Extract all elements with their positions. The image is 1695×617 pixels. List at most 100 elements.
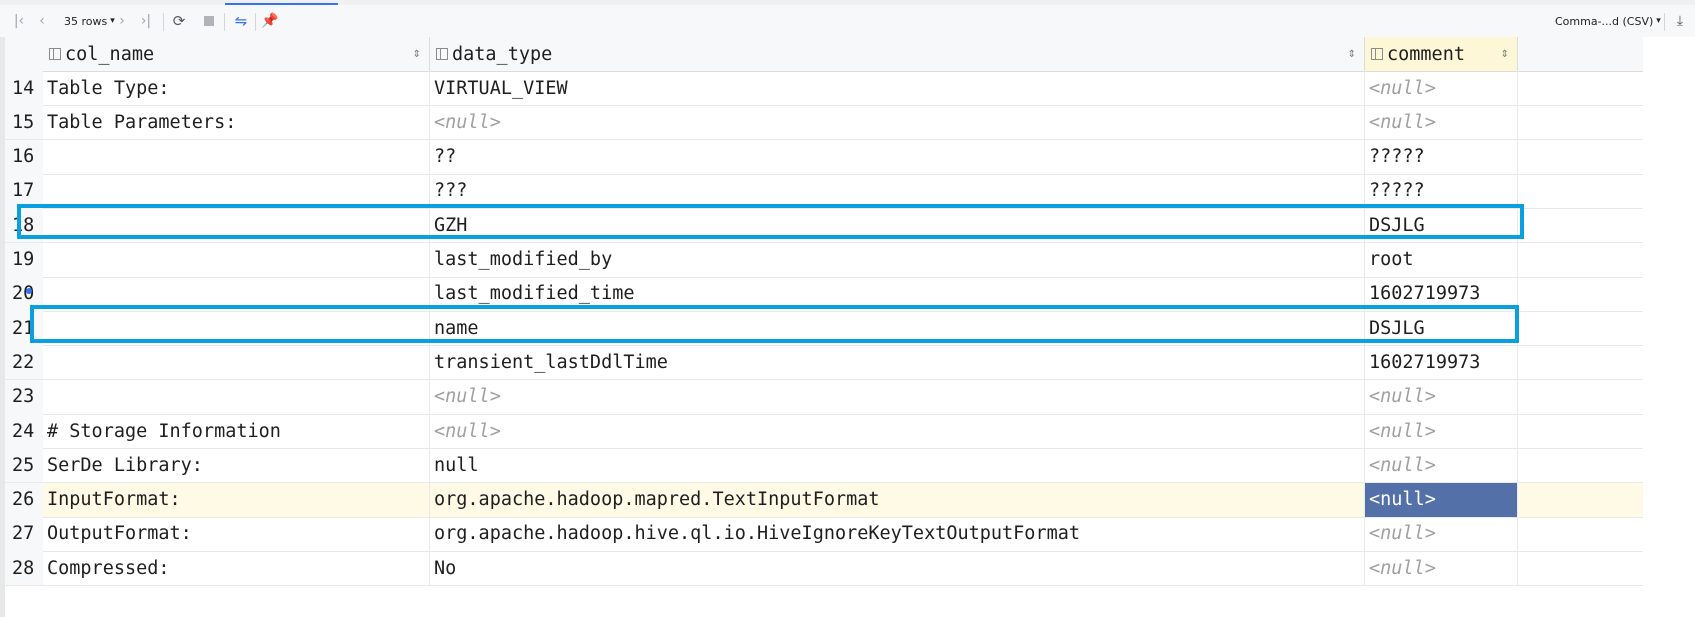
column-header-comment[interactable]: comment ⇕: [1365, 37, 1518, 71]
row-number: 17: [5, 173, 43, 208]
export-format-dropdown[interactable]: Comma-...d (CSV) ▾: [1555, 5, 1661, 37]
download-icon[interactable]: ⤓: [1670, 5, 1690, 37]
column-icon: [436, 48, 448, 60]
table-row[interactable]: 26 InputFormat: org.apache.hadoop.mapred.T…: [5, 482, 1643, 518]
table-row[interactable]: 22 transient_lastDdlTime 1602719973: [5, 345, 1643, 381]
cell-col-name[interactable]: Compressed:: [43, 551, 430, 586]
cell-col-name[interactable]: [43, 173, 430, 208]
toolbar-divider: [163, 13, 164, 31]
table-row[interactable]: 15 Table Parameters: <null> <null>: [5, 105, 1643, 141]
cell-comment[interactable]: DSJLG: [1365, 311, 1518, 346]
cell-col-name[interactable]: [43, 242, 430, 277]
cell-col-name[interactable]: [43, 139, 430, 174]
next-page-icon[interactable]: ›: [114, 5, 130, 37]
row-number: 22: [5, 345, 43, 380]
cell-comment[interactable]: ?????: [1365, 173, 1518, 208]
cell-comment[interactable]: DSJLG: [1365, 208, 1518, 243]
column-header-label: comment: [1387, 43, 1465, 65]
row-number: 18: [5, 208, 43, 243]
table-row[interactable]: 20 last_modified_time 1602719973: [5, 276, 1643, 312]
table-row[interactable]: 21 name DSJLG: [5, 311, 1643, 347]
cell-data-type[interactable]: name: [430, 311, 1365, 346]
toolbar-divider: [255, 13, 256, 31]
table-row[interactable]: 23 <null> <null>: [5, 379, 1643, 415]
cell-col-name[interactable]: [43, 379, 430, 414]
rows-count-label: 35 rows: [64, 14, 108, 28]
previous-page-icon[interactable]: ‹: [34, 5, 50, 37]
cell-col-name[interactable]: [43, 311, 430, 346]
cell-data-type[interactable]: last_modified_by: [430, 242, 1365, 277]
cell-col-name[interactable]: InputFormat:: [43, 482, 430, 517]
cell-data-type[interactable]: GZH: [430, 208, 1365, 243]
cell-comment[interactable]: <null>: [1365, 71, 1518, 105]
table-row[interactable]: 17????????: [5, 173, 1643, 209]
first-page-icon[interactable]: |‹: [10, 5, 28, 37]
last-page-icon[interactable]: ›|: [136, 5, 156, 37]
cell-data-type[interactable]: last_modified_time: [430, 276, 1365, 311]
row-number: 27: [5, 516, 43, 551]
cell-col-name[interactable]: SerDe Library:: [43, 448, 430, 483]
cell-col-name[interactable]: Table Parameters:: [43, 105, 430, 140]
cell-comment[interactable]: <null>: [1365, 482, 1518, 517]
compare-icon[interactable]: ⇋: [230, 5, 252, 37]
sort-icon[interactable]: ⇕: [1348, 49, 1356, 60]
cell-comment[interactable]: 1602719973: [1365, 345, 1518, 380]
cell-data-type[interactable]: <null>: [430, 379, 1365, 414]
cell-data-type[interactable]: org.apache.hadoop.hive.ql.io.HiveIgnoreK…: [430, 516, 1365, 551]
table-row[interactable]: 27 OutputFormat: org.apache.hadoop.hive.ql…: [5, 516, 1643, 552]
table-row[interactable]: 24 # Storage Information <null> <null>: [5, 414, 1643, 449]
row-number: 20: [5, 276, 43, 311]
cell-col-name[interactable]: Table Type:: [43, 71, 430, 105]
cell-comment[interactable]: <null>: [1365, 516, 1518, 551]
stop-icon[interactable]: [199, 5, 219, 37]
cell-data-type[interactable]: VIRTUAL_VIEW: [430, 71, 1365, 105]
cell-col-name[interactable]: [43, 208, 430, 243]
sort-icon[interactable]: ⇕: [1501, 49, 1509, 60]
pin-icon[interactable]: 📌: [260, 5, 280, 37]
result-toolbar: |‹ ‹ 35 rows ▾ › ›| ⟳ ⇋ 📌 Comma-...d (CS…: [0, 5, 1695, 38]
cell-data-type[interactable]: transient_lastDdlTime: [430, 345, 1365, 380]
row-number: 25: [5, 448, 43, 483]
row-number: 26: [5, 482, 43, 517]
table-row[interactable]: 25 SerDe Library: null <null>: [5, 448, 1643, 484]
cell-comment[interactable]: <null>: [1365, 105, 1518, 140]
cell-data-type[interactable]: <null>: [430, 414, 1365, 448]
cell-data-type[interactable]: <null>: [430, 105, 1365, 140]
cell-data-type[interactable]: org.apache.hadoop.mapred.TextInputFormat: [430, 482, 1365, 517]
row-number: 24: [5, 414, 43, 448]
table-row[interactable]: 19 last_modified_by root: [5, 242, 1643, 278]
column-icon: [1371, 48, 1383, 60]
cell-col-name[interactable]: [43, 276, 430, 311]
cell-comment[interactable]: <null>: [1365, 551, 1518, 586]
row-number: 28: [5, 551, 43, 586]
row-number: 15: [5, 105, 43, 140]
column-header-label: data_type: [452, 43, 553, 65]
column-header-data-type[interactable]: data_type ⇕: [430, 37, 1365, 71]
chevron-down-icon: ▾: [1656, 16, 1661, 26]
row-number: 23: [5, 379, 43, 414]
cell-comment[interactable]: <null>: [1365, 379, 1518, 414]
rows-count-dropdown[interactable]: 35 rows ▾: [64, 5, 115, 37]
cell-data-type[interactable]: null: [430, 448, 1365, 483]
export-format-label: Comma-...d (CSV): [1555, 14, 1654, 28]
cell-comment[interactable]: root: [1365, 242, 1518, 277]
cell-data-type[interactable]: ??: [430, 139, 1365, 174]
cell-col-name[interactable]: [43, 345, 430, 380]
sort-icon[interactable]: ⇕: [413, 49, 421, 60]
cell-col-name[interactable]: # Storage Information: [43, 414, 430, 448]
table-row[interactable]: 16???????: [5, 139, 1643, 175]
cell-data-type[interactable]: ???: [430, 173, 1365, 208]
table-row[interactable]: 14 Table Type: VIRTUAL_VIEW <null>: [5, 71, 1643, 106]
cell-col-name[interactable]: OutputFormat:: [43, 516, 430, 551]
cell-comment[interactable]: 1602719973: [1365, 276, 1518, 311]
cell-comment[interactable]: ?????: [1365, 139, 1518, 174]
right-panel: [1643, 37, 1695, 617]
row-number: 19: [5, 242, 43, 277]
cell-data-type[interactable]: No: [430, 551, 1365, 586]
refresh-icon[interactable]: ⟳: [169, 5, 189, 37]
table-row[interactable]: 18 GZH DSJLG: [5, 208, 1643, 244]
table-row[interactable]: 28 Compressed: No <null>: [5, 551, 1643, 587]
cell-comment[interactable]: <null>: [1365, 448, 1518, 483]
cell-comment[interactable]: <null>: [1365, 414, 1518, 448]
column-header-col-name[interactable]: col_name ⇕: [43, 37, 430, 71]
